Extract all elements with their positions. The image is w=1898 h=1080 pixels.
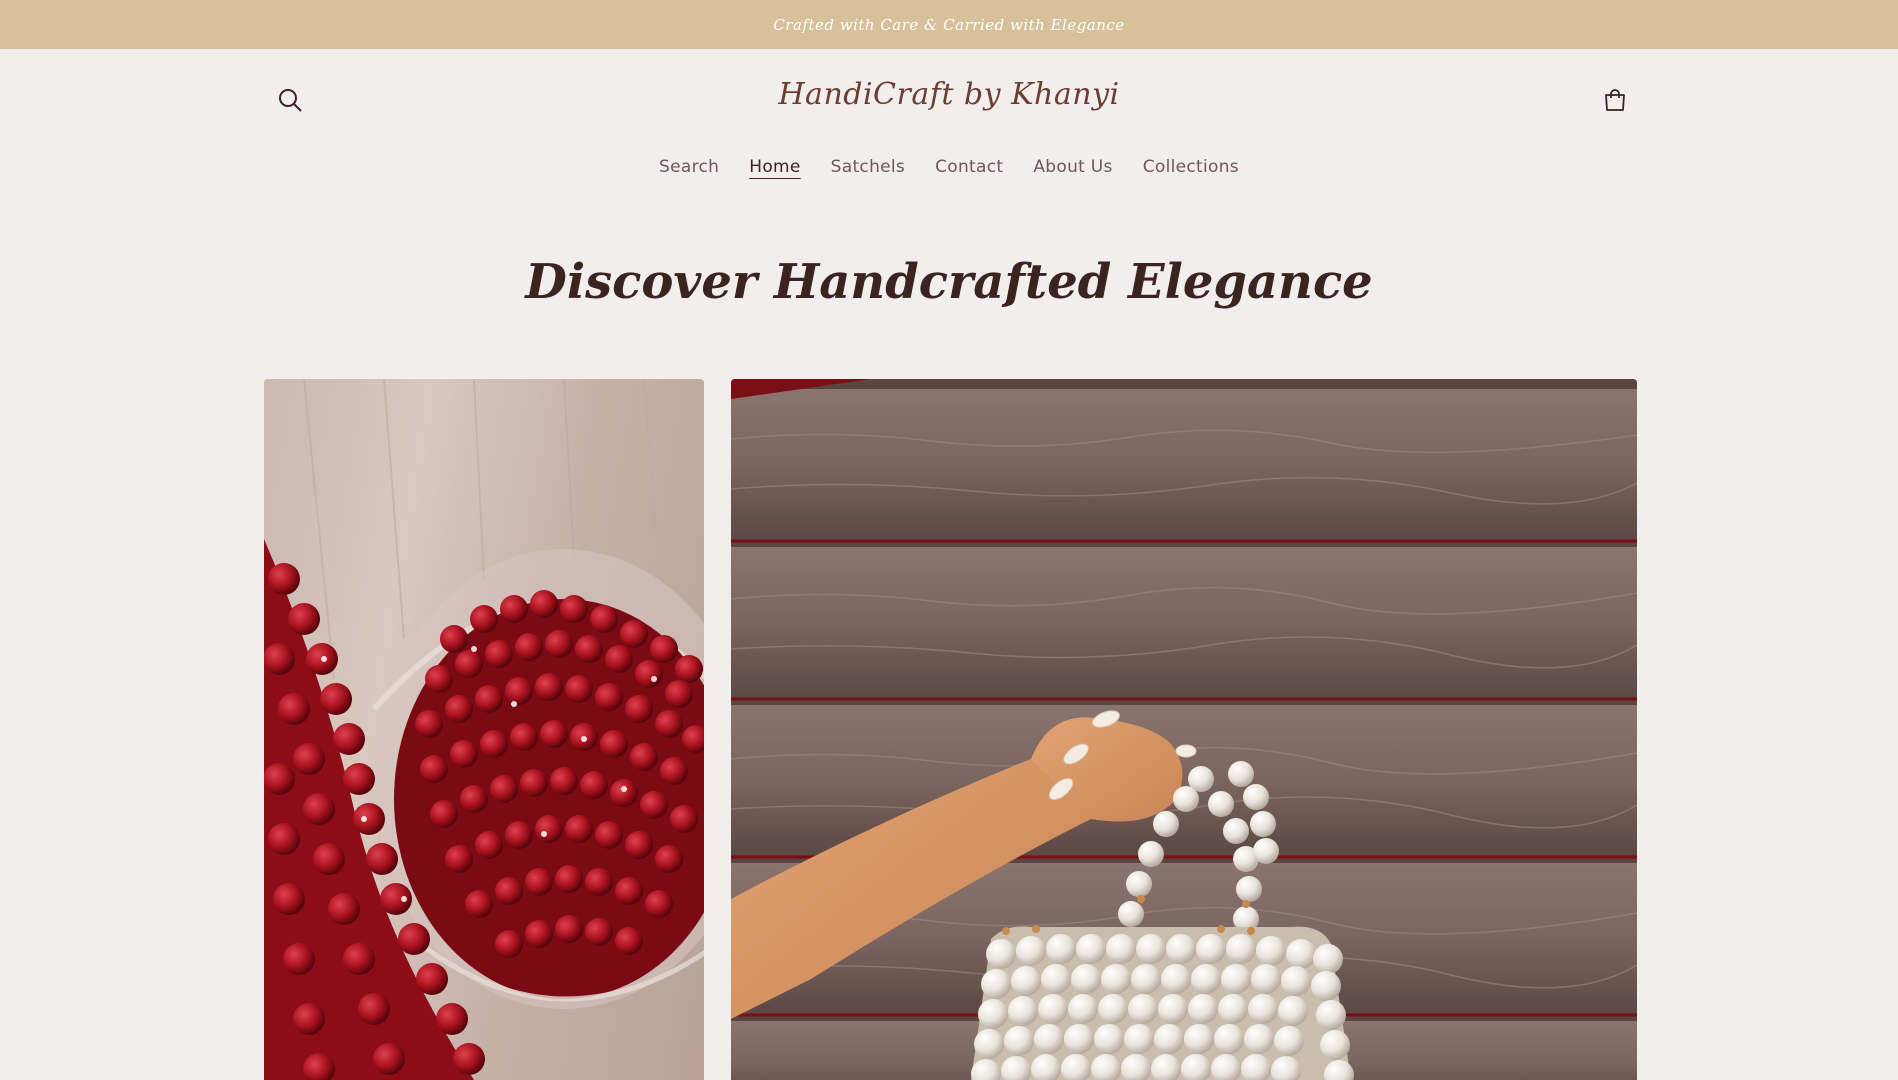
cart-icon[interactable] [1593,78,1637,122]
nav-home[interactable]: Home [749,153,800,181]
announcement-text: Crafted with Care & Carried with Eleganc… [773,15,1125,34]
site-header: HandiCraft by Khanyi Search Home Satchel… [0,49,1898,209]
main-nav: Search Home Satchels Contact About Us Co… [0,153,1898,181]
nav-search[interactable]: Search [659,153,719,181]
nav-satchels[interactable]: Satchels [831,153,905,181]
beads-image[interactable] [264,379,704,1080]
hero-title: Discover Handcrafted Elegance [525,254,1373,310]
pearl-bag-image[interactable] [731,379,1637,1080]
nav-contact[interactable]: Contact [935,153,1003,181]
announcement-bar: Crafted with Care & Carried with Eleganc… [0,0,1898,49]
nav-about-us[interactable]: About Us [1033,153,1112,181]
nav-collections[interactable]: Collections [1143,153,1239,181]
